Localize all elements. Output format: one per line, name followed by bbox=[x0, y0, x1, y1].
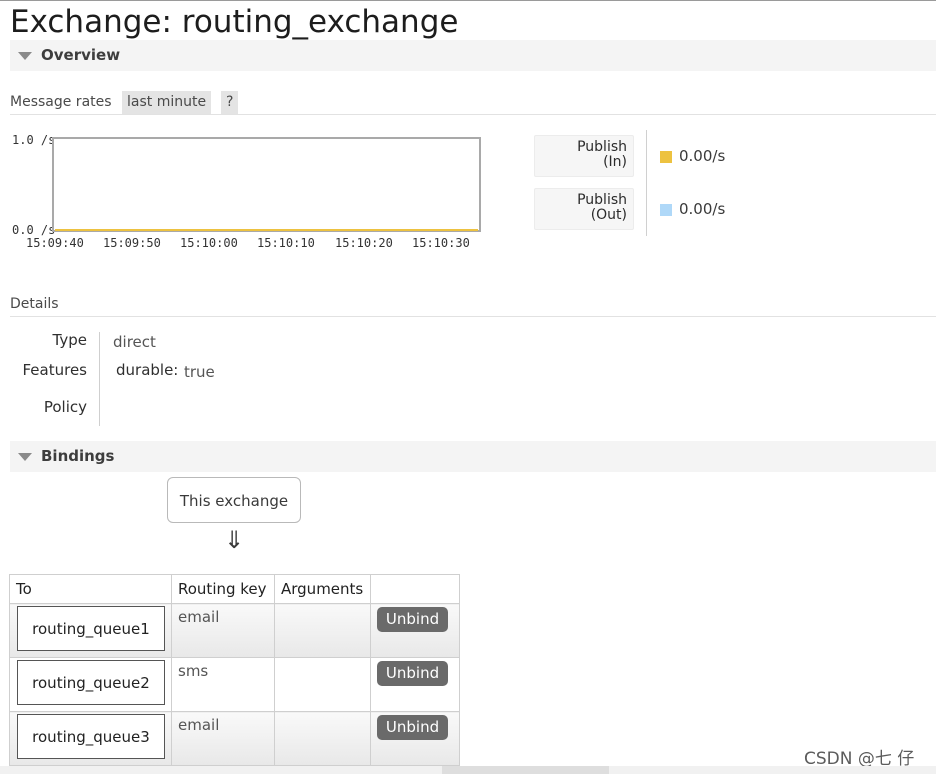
table-row: routing_queue1 email Unbind bbox=[9, 603, 460, 658]
horizontal-scrollbar[interactable] bbox=[0, 766, 936, 774]
column-header-arguments: Arguments bbox=[274, 574, 371, 604]
column-header-routing-key: Routing key bbox=[171, 574, 275, 604]
x-tick-label: 15:10:30 bbox=[412, 236, 470, 250]
queue-link[interactable]: routing_queue3 bbox=[17, 714, 165, 759]
legend-publish-in-button[interactable]: Publish (In) bbox=[534, 135, 634, 177]
table-row: routing_queue3 email Unbind bbox=[9, 711, 460, 766]
publish-in-rate: 0.00/s bbox=[679, 147, 726, 165]
x-tick-label: 15:09:40 bbox=[26, 236, 84, 250]
publish-out-swatch bbox=[660, 204, 672, 216]
queue-link[interactable]: routing_queue2 bbox=[17, 660, 165, 705]
type-label: Type bbox=[52, 331, 87, 349]
legend-publish-out-button[interactable]: Publish (Out) bbox=[534, 188, 634, 230]
legend-label-line2: (Out) bbox=[590, 207, 627, 223]
column-header-actions bbox=[370, 574, 460, 604]
routing-key-cell: email bbox=[171, 603, 275, 658]
arguments-cell bbox=[274, 603, 371, 658]
arguments-cell bbox=[274, 657, 371, 712]
features-label: Features bbox=[22, 361, 88, 379]
unbind-button[interactable]: Unbind bbox=[377, 715, 448, 740]
to-cell: routing_queue1 bbox=[9, 603, 172, 658]
routing-key-cell: sms bbox=[171, 657, 275, 712]
details-heading-label: Details bbox=[10, 296, 59, 312]
action-cell: Unbind bbox=[370, 603, 460, 658]
queue-link[interactable]: routing_queue1 bbox=[17, 606, 165, 651]
table-header-row: To Routing key Arguments bbox=[9, 574, 460, 604]
legend-label-line2: (In) bbox=[603, 154, 627, 170]
details-divider bbox=[99, 332, 100, 426]
details-heading: Details bbox=[10, 293, 936, 317]
routing-key-cell: email bbox=[171, 711, 275, 766]
to-cell: routing_queue2 bbox=[9, 657, 172, 712]
action-cell: Unbind bbox=[370, 657, 460, 712]
unbind-button[interactable]: Unbind bbox=[377, 607, 448, 632]
publish-out-rate: 0.00/s bbox=[679, 200, 726, 218]
collapse-triangle-icon bbox=[18, 453, 32, 461]
feature-key: durable: bbox=[116, 361, 179, 379]
bindings-section-header[interactable]: Bindings bbox=[10, 441, 936, 472]
column-header-to: To bbox=[9, 574, 172, 604]
table-row: routing_queue2 sms Unbind bbox=[9, 657, 460, 712]
unbind-button[interactable]: Unbind bbox=[377, 661, 448, 686]
type-value: direct bbox=[113, 333, 156, 351]
x-tick-label: 15:10:00 bbox=[180, 236, 238, 250]
this-exchange-box: This exchange bbox=[167, 477, 301, 523]
message-rates-chart: 1.0 /s 0.0 /s 15:09:40 15:09:50 15:10:00… bbox=[0, 0, 936, 260]
x-tick-label: 15:10:20 bbox=[335, 236, 393, 250]
chart-frame bbox=[52, 137, 481, 232]
down-arrow-icon: ⇓ bbox=[224, 526, 245, 554]
publish-in-swatch bbox=[660, 151, 672, 163]
arguments-cell bbox=[274, 711, 371, 766]
chart-plot-area bbox=[52, 137, 481, 232]
feature-value: true bbox=[184, 363, 215, 381]
bindings-section-label: Bindings bbox=[41, 447, 115, 465]
x-tick-label: 15:10:10 bbox=[257, 236, 315, 250]
scrollbar-thumb[interactable] bbox=[442, 766, 609, 774]
legend-label-line1: Publish bbox=[577, 192, 627, 208]
x-tick-label: 15:09:50 bbox=[103, 236, 161, 250]
to-cell: routing_queue3 bbox=[9, 711, 172, 766]
bindings-table: To Routing key Arguments routing_queue1 … bbox=[9, 574, 460, 766]
legend-divider bbox=[646, 130, 647, 236]
legend-label-line1: Publish bbox=[577, 139, 627, 155]
action-cell: Unbind bbox=[370, 711, 460, 766]
policy-label: Policy bbox=[43, 398, 87, 416]
